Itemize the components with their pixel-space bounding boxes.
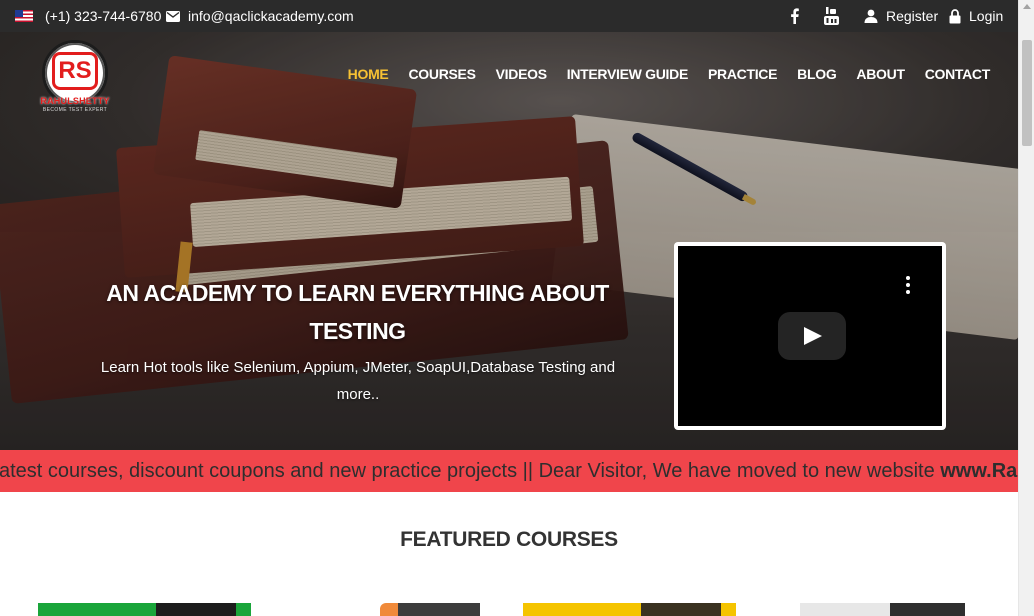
video-screen[interactable] xyxy=(678,246,942,426)
us-flag-icon xyxy=(15,10,33,22)
youtube-icon xyxy=(824,7,839,25)
register-link[interactable]: Register xyxy=(864,0,938,32)
page-scrollbar[interactable] xyxy=(1018,0,1034,616)
nav-videos[interactable]: VIDEOS xyxy=(486,66,557,82)
course-card[interactable] xyxy=(523,603,736,616)
login-link[interactable]: Login xyxy=(949,0,1003,32)
nav-courses[interactable]: COURSES xyxy=(398,66,485,82)
logo-tagline: BECOME TEST EXPERT xyxy=(42,107,108,113)
email-contact[interactable]: info@qaclickacademy.com xyxy=(166,0,354,32)
main-nav: HOME COURSES VIDEOS INTERVIEW GUIDE PRAC… xyxy=(338,66,1000,82)
course-card[interactable] xyxy=(800,603,965,616)
lock-icon xyxy=(949,8,961,23)
announcement-marquee: atest courses, discount coupons and new … xyxy=(0,450,1018,492)
play-button-icon[interactable] xyxy=(778,312,846,360)
marquee-link[interactable]: www.Rahul xyxy=(940,460,1018,482)
youtube-link[interactable] xyxy=(823,0,840,32)
course-card[interactable] xyxy=(38,603,251,616)
site-logo[interactable]: RS RAHULSHETTY BECOME TEST EXPERT xyxy=(38,40,112,114)
logo-name: RAHULSHETTY xyxy=(40,96,110,106)
nav-practice[interactable]: PRACTICE xyxy=(698,66,787,82)
user-icon xyxy=(864,9,878,23)
scroll-up-arrow-icon[interactable] xyxy=(1023,4,1031,9)
envelope-icon xyxy=(166,10,180,22)
hero-subtitle: Learn Hot tools like Selenium, Appium, J… xyxy=(100,359,616,403)
nav-home[interactable]: HOME xyxy=(338,66,399,82)
nav-about[interactable]: ABOUT xyxy=(846,66,914,82)
logo-monogram: RS xyxy=(52,52,98,90)
top-bar: (+1) 323-744-6780 info@qaclickacademy.co… xyxy=(0,0,1018,32)
phone-number: (+1) 323-744-6780 xyxy=(45,8,162,24)
email-address[interactable]: info@qaclickacademy.com xyxy=(188,8,354,24)
video-player[interactable] xyxy=(674,242,946,430)
nav-blog[interactable]: BLOG xyxy=(787,66,846,82)
featured-courses-heading: FEATURED COURSES xyxy=(400,528,618,551)
scrollbar-thumb[interactable] xyxy=(1022,40,1032,146)
hero-title: AN ACADEMY TO LEARN EVERYTHING ABOUT TES… xyxy=(106,280,609,344)
facebook-link[interactable] xyxy=(790,0,799,32)
marquee-text: atest courses, discount coupons and new … xyxy=(0,460,941,482)
nav-contact[interactable]: CONTACT xyxy=(915,66,1000,82)
phone-contact: (+1) 323-744-6780 xyxy=(15,0,161,32)
login-label[interactable]: Login xyxy=(969,8,1003,24)
register-label[interactable]: Register xyxy=(886,8,938,24)
course-card[interactable] xyxy=(380,603,480,616)
nav-interview-guide[interactable]: INTERVIEW GUIDE xyxy=(557,66,698,82)
more-options-icon[interactable] xyxy=(906,276,910,294)
facebook-icon xyxy=(791,8,799,24)
